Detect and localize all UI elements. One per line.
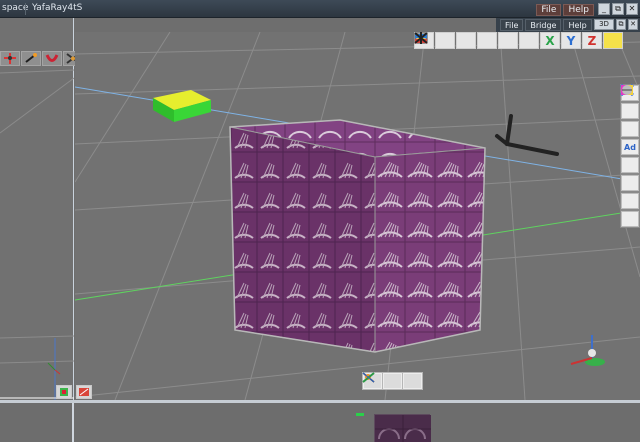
z-axis-icon: Z <box>587 33 597 48</box>
scene-button[interactable] <box>621 85 639 173</box>
app-window: space YafaRay4tS File Help _ ⧉ ✕ File Br… <box>0 0 640 442</box>
bottom-panel <box>0 403 640 442</box>
star-button[interactable] <box>414 32 623 49</box>
submenu-bridge[interactable]: Bridge <box>525 19 562 31</box>
texture-thumbnail-image <box>375 415 431 442</box>
red-object-icon <box>79 388 89 396</box>
y-axis-icon: Y <box>566 33 576 48</box>
cube-wire-button[interactable] <box>415 32 455 49</box>
sub-close-button[interactable]: ✕ <box>628 19 638 30</box>
magnet-tool-button[interactable] <box>42 51 62 66</box>
move-icon <box>4 53 16 64</box>
zoom-view-button[interactable] <box>362 372 422 389</box>
left-bottom-tools <box>56 385 92 399</box>
x-axis-icon: X <box>545 33 555 48</box>
ad-button[interactable]: Ad <box>621 139 639 155</box>
brush-tool-button[interactable] <box>21 51 41 66</box>
close-button[interactable]: ✕ <box>626 3 638 15</box>
grid-button[interactable] <box>414 32 476 49</box>
tab-bar: space YafaRay4tS File Help _ ⧉ ✕ <box>0 0 640 18</box>
brush-icon <box>25 53 37 63</box>
ad-icon: Ad <box>624 142 636 152</box>
move-tool-button[interactable] <box>0 51 20 66</box>
top-menu: File Help <box>536 4 594 16</box>
green-object-button[interactable] <box>56 385 72 399</box>
menu-help[interactable]: Help <box>563 4 594 16</box>
gradient-button[interactable] <box>621 85 639 209</box>
zoom-view-icon <box>362 372 375 383</box>
sphere-stripes-icon <box>622 85 632 95</box>
restore-button[interactable]: ⧉ <box>612 3 624 15</box>
window-controls: _ ⧉ ✕ <box>598 3 638 15</box>
sub-restore-button[interactable]: ⧉ <box>616 19 626 30</box>
sphere-stripes-button[interactable] <box>621 85 639 227</box>
star-icon <box>414 32 428 44</box>
red-object-button[interactable] <box>76 385 92 399</box>
menu-file[interactable]: File <box>536 4 562 16</box>
tab-divider <box>25 3 26 15</box>
trophy-button[interactable] <box>621 85 639 137</box>
viewport-3d[interactable]: X Y Z Ad <box>75 32 640 400</box>
view-3d-button[interactable]: 3D <box>594 19 614 30</box>
minimize-button[interactable]: _ <box>598 3 610 15</box>
submenu-help[interactable]: Help <box>563 19 592 31</box>
right-toolbar: Ad <box>620 84 640 228</box>
left-panel <box>0 18 125 400</box>
green-object-icon <box>60 388 68 396</box>
y-axis-button[interactable]: Y <box>561 32 581 49</box>
viewport-scene <box>75 32 640 400</box>
house-button[interactable] <box>415 32 497 49</box>
axes-button[interactable] <box>414 32 539 49</box>
pan-view-button[interactable] <box>365 373 402 389</box>
cross-button[interactable] <box>620 84 639 191</box>
left-grid <box>0 69 74 400</box>
texture-thumbnail[interactable] <box>374 414 431 442</box>
bottom-panel-divider <box>72 403 74 442</box>
x-axis-button[interactable]: X <box>540 32 560 49</box>
thumbnail-marker <box>356 413 364 416</box>
viewport-toolbar: X Y Z <box>414 32 623 49</box>
viewport-bottom-tools <box>362 372 423 390</box>
magnet-icon <box>45 54 59 62</box>
submenu-file[interactable]: File <box>500 19 524 31</box>
z-axis-button[interactable]: Z <box>582 32 602 49</box>
sub-menu-bar: File Bridge Help 3D ⧉ ✕ <box>496 18 640 32</box>
sphere-button[interactable] <box>621 85 639 119</box>
textured-cube-object[interactable] <box>229 119 486 353</box>
tab-yafaray[interactable]: YafaRay4tS <box>32 3 82 13</box>
stack-button[interactable] <box>415 32 518 49</box>
